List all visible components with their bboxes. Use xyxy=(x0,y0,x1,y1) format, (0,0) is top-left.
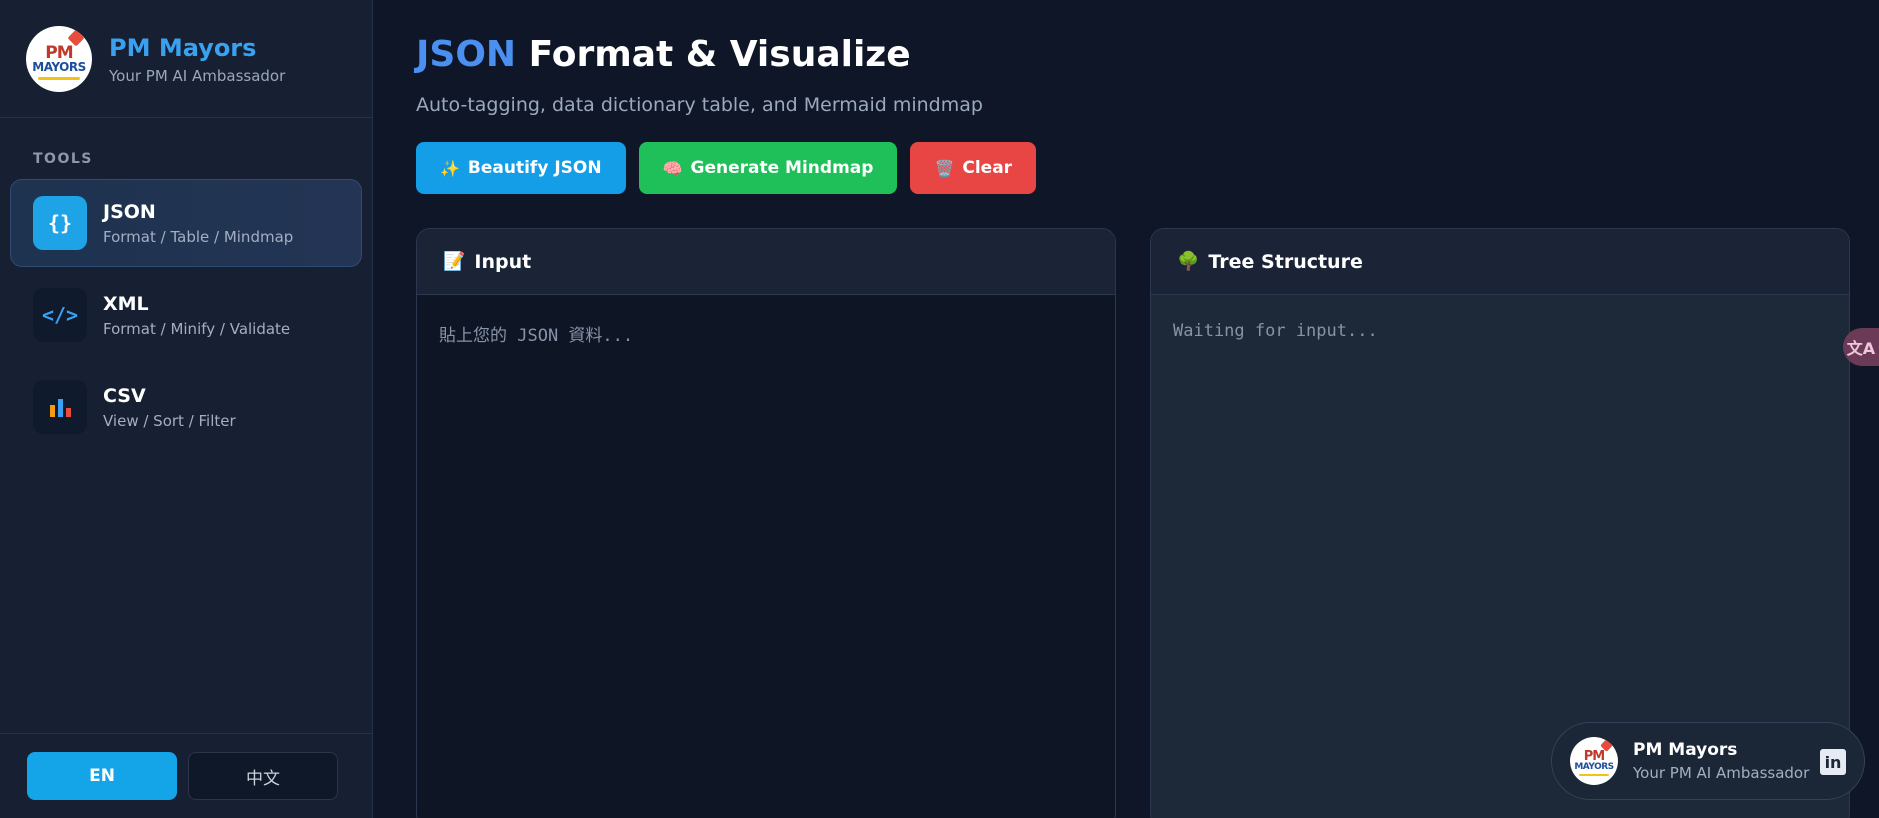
page-title: JSON Format & Visualize xyxy=(416,34,1879,78)
tree-panel-title: Tree Structure xyxy=(1208,250,1363,273)
logo-text-top: PM xyxy=(1583,748,1605,764)
page-subtitle: Auto-tagging, data dictionary table, and… xyxy=(416,94,983,116)
button-label: Generate Mindmap xyxy=(690,158,874,178)
brand-header: PM MAYORS PM Mayors Your PM AI Ambassado… xyxy=(0,0,372,118)
memo-icon: 📝 xyxy=(443,251,466,272)
code-icon: </> xyxy=(33,288,87,342)
logo-text-bottom: MAYORS xyxy=(1574,761,1614,772)
translate-icon[interactable]: 文A xyxy=(1843,328,1879,366)
sidebar-item-title: CSV xyxy=(103,384,146,407)
brain-icon: 🧠 xyxy=(662,158,683,178)
input-panel-header: 📝 Input xyxy=(417,229,1115,295)
brand-text: PM Mayors Your PM AI Ambassador xyxy=(109,33,285,85)
brand-logo: PM MAYORS xyxy=(26,25,92,92)
profile-name: PM Mayors xyxy=(1633,740,1738,760)
language-switcher: EN 中文 xyxy=(0,733,372,818)
sidebar-item-title: XML xyxy=(103,292,149,315)
logo-stroke xyxy=(38,76,80,80)
beautify-json-button[interactable]: ✨ Beautify JSON xyxy=(416,142,626,194)
logo-text-top: PM xyxy=(45,42,73,63)
input-panel-title: Input xyxy=(474,250,532,273)
sidebar-item-desc: Format / Table / Mindmap xyxy=(103,227,294,246)
brand-subtitle: Your PM AI Ambassador xyxy=(109,66,286,85)
sidebar-item-csv[interactable]: CSV View / Sort / Filter xyxy=(10,363,362,451)
tree-icon: 🌳 xyxy=(1177,251,1200,272)
app-root: PM MAYORS PM Mayors Your PM AI Ambassado… xyxy=(0,0,1879,818)
sidebar: PM MAYORS PM Mayors Your PM AI Ambassado… xyxy=(0,0,373,818)
tools-section-label: TOOLS xyxy=(33,151,93,167)
sidebar-item-desc: Format / Minify / Validate xyxy=(103,319,291,338)
trash-icon: 🗑️ xyxy=(934,158,955,178)
sidebar-item-desc: View / Sort / Filter xyxy=(103,411,236,430)
sidebar-item-xml[interactable]: </> XML Format / Minify / Validate xyxy=(10,271,362,359)
profile-text: PM Mayors Your PM AI Ambassador xyxy=(1633,740,1809,782)
lang-zh-button[interactable]: 中文 xyxy=(188,752,338,800)
toolbar: ✨ Beautify JSON 🧠 Generate Mindmap 🗑️ Cl… xyxy=(416,142,1879,194)
brand-name: PM Mayors xyxy=(109,33,257,62)
generate-mindmap-button[interactable]: 🧠 Generate Mindmap xyxy=(638,142,898,194)
profile-avatar: PM MAYORS xyxy=(1570,737,1618,785)
input-panel: 📝 Input xyxy=(416,228,1116,818)
sparkles-icon: ✨ xyxy=(440,158,460,178)
json-input[interactable] xyxy=(439,321,1093,803)
page-title-accent: JSON xyxy=(416,34,517,75)
tree-panel-header: 🌳 Tree Structure xyxy=(1151,229,1849,295)
sidebar-item-title: JSON xyxy=(103,200,156,223)
tools-nav: {} JSON Format / Table / Mindmap </> XML… xyxy=(0,179,372,451)
input-panel-body xyxy=(417,295,1115,818)
logo-text-bottom: MAYORS xyxy=(32,59,86,74)
sidebar-item-json[interactable]: {} JSON Format / Table / Mindmap xyxy=(10,179,362,267)
button-label: Beautify JSON xyxy=(467,158,602,178)
lang-en-button[interactable]: EN xyxy=(27,752,177,800)
main-content: JSON Format & Visualize Auto-tagging, da… xyxy=(373,0,1879,818)
clear-button[interactable]: 🗑️ Clear xyxy=(910,142,1037,194)
profile-card[interactable]: PM MAYORS PM Mayors Your PM AI Ambassado… xyxy=(1551,722,1865,800)
linkedin-icon[interactable]: in xyxy=(1820,749,1846,775)
button-label: Clear xyxy=(962,158,1013,178)
profile-subtitle: Your PM AI Ambassador xyxy=(1633,764,1810,782)
bar-chart-icon xyxy=(33,380,87,434)
logo-stroke xyxy=(1579,774,1609,776)
braces-icon: {} xyxy=(33,196,87,250)
page-title-rest: Format & Visualize xyxy=(528,34,911,75)
